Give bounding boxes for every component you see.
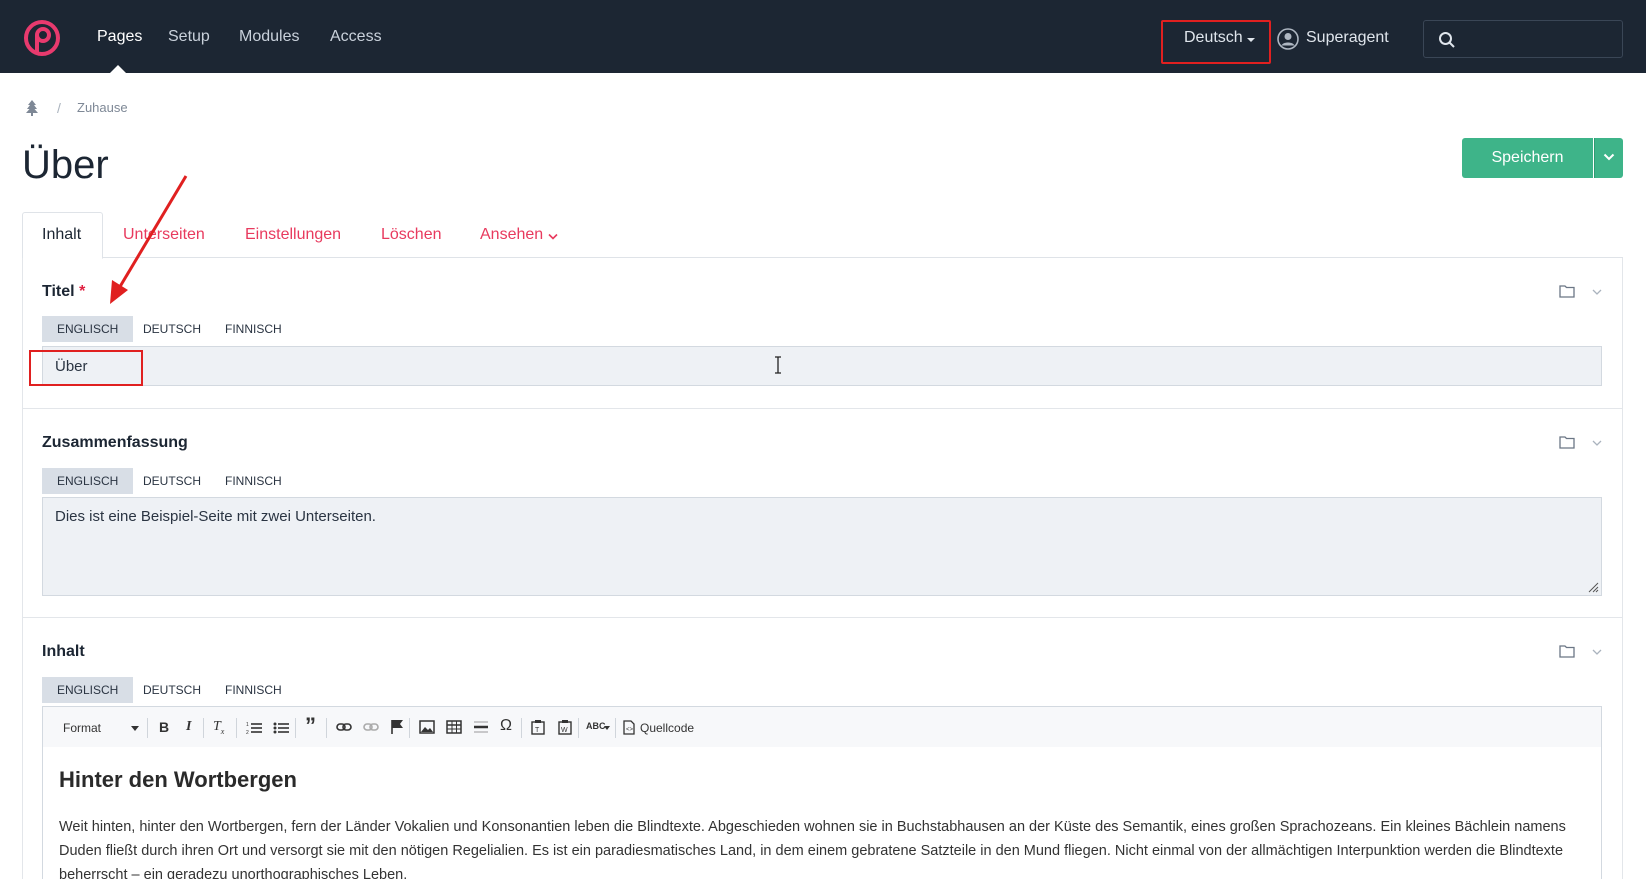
resize-handle-icon[interactable] xyxy=(1587,581,1599,593)
user-name[interactable]: Superagent xyxy=(1306,29,1389,47)
content-editor[interactable]: Hinter den Wortbergen Weit hinten, hinte… xyxy=(42,747,1602,879)
toolbar-separator xyxy=(295,718,296,738)
collapse-chevron-icon[interactable] xyxy=(1592,440,1602,446)
tab-inhalt-label[interactable]: Inhalt xyxy=(42,226,81,244)
svg-text:T: T xyxy=(535,727,540,734)
nav-pages[interactable]: Pages xyxy=(97,28,142,46)
format-dropdown[interactable]: Format xyxy=(63,721,101,735)
nav-setup[interactable]: Setup xyxy=(168,28,210,46)
editor-toolbar: Format B I Tx 12 ” Ω T W ABC <> Quellcod… xyxy=(42,706,1602,748)
horizontal-rule-icon[interactable] xyxy=(473,720,489,734)
link-icon[interactable] xyxy=(336,722,352,732)
remove-format-icon[interactable]: Tx xyxy=(213,719,224,736)
collapse-chevron-icon[interactable] xyxy=(1592,649,1602,655)
toolbar-separator xyxy=(578,718,579,738)
top-navbar: Pages Setup Modules Access Deutsch Super… xyxy=(0,0,1646,73)
table-icon[interactable] xyxy=(446,720,462,734)
special-char-icon[interactable]: Ω xyxy=(500,717,512,735)
toolbar-separator xyxy=(409,718,410,738)
tab-ansehen[interactable]: Ansehen xyxy=(480,226,543,244)
nav-access[interactable]: Access xyxy=(330,28,382,46)
toolbar-separator xyxy=(236,718,237,738)
toolbar-separator xyxy=(147,718,148,738)
editor-paragraph: Weit hinten, hinter den Wortbergen, fern… xyxy=(59,819,1566,879)
summary-textarea-value: Dies ist eine Beispiel-Seite mit zwei Un… xyxy=(55,508,376,525)
lang-tab-deutsch[interactable]: DEUTSCH xyxy=(143,677,201,703)
lang-tab-englisch[interactable]: ENGLISCH xyxy=(42,316,134,342)
numbered-list-icon[interactable]: 12 xyxy=(246,721,262,735)
source-code-icon[interactable]: <> xyxy=(623,720,635,735)
svg-text:<>: <> xyxy=(626,727,634,733)
svg-text:2: 2 xyxy=(246,730,249,735)
lang-tab-englisch[interactable]: ENGLISCH xyxy=(42,677,134,703)
field-divider xyxy=(22,617,1623,618)
save-button[interactable]: Speichern xyxy=(1462,138,1593,178)
paste-text-icon[interactable]: T xyxy=(531,719,545,735)
annotation-arrow-icon xyxy=(110,175,188,304)
caret-down-icon xyxy=(1247,38,1255,42)
caret-down-icon xyxy=(131,726,139,731)
nav-modules[interactable]: Modules xyxy=(239,28,299,46)
blockquote-icon[interactable]: ” xyxy=(305,713,316,739)
folder-icon[interactable] xyxy=(1559,435,1575,449)
page-title: Über xyxy=(22,143,109,187)
lang-tab-finnisch[interactable]: FINNISCH xyxy=(225,468,282,494)
image-icon[interactable] xyxy=(419,720,435,734)
lang-tab-deutsch[interactable]: DEUTSCH xyxy=(143,468,201,494)
search-icon xyxy=(1439,32,1455,48)
bold-icon[interactable]: B xyxy=(159,719,169,735)
annotation-highlight-box xyxy=(29,350,143,386)
field-label-titel: Titel * xyxy=(42,283,86,300)
italic-icon[interactable]: I xyxy=(186,719,191,735)
title-input[interactable]: Über xyxy=(42,346,1602,386)
bullet-list-icon[interactable] xyxy=(273,721,289,735)
app-logo-icon[interactable] xyxy=(22,18,62,58)
breadcrumb-home[interactable]: Zuhause xyxy=(77,100,128,115)
breadcrumb-separator: / xyxy=(57,100,61,116)
user-avatar-icon[interactable] xyxy=(1277,28,1299,50)
toolbar-separator xyxy=(521,718,522,738)
editor-heading: Hinter den Wortbergen xyxy=(59,767,297,792)
language-label: Deutsch xyxy=(1184,29,1243,46)
caret-down-icon xyxy=(604,726,610,730)
folder-icon[interactable] xyxy=(1559,644,1575,658)
source-code-button[interactable]: Quellcode xyxy=(640,721,694,735)
collapse-chevron-icon[interactable] xyxy=(1592,289,1602,295)
search-input[interactable] xyxy=(1423,20,1623,58)
active-nav-caret xyxy=(110,65,126,73)
chevron-down-icon xyxy=(548,233,558,240)
unlink-icon[interactable] xyxy=(363,722,379,732)
paste-word-icon[interactable]: W xyxy=(558,719,572,735)
folder-icon[interactable] xyxy=(1559,284,1575,298)
svg-text:W: W xyxy=(561,727,568,734)
text-cursor-icon xyxy=(775,356,781,374)
field-label-zusammenfassung: Zusammenfassung xyxy=(42,434,188,451)
chevron-down-icon xyxy=(1603,153,1615,161)
svg-text:1: 1 xyxy=(246,722,249,728)
lang-tab-finnisch[interactable]: FINNISCH xyxy=(225,677,282,703)
toolbar-separator xyxy=(615,718,616,738)
anchor-flag-icon[interactable] xyxy=(390,719,404,735)
save-options-button[interactable] xyxy=(1594,138,1623,178)
toolbar-separator xyxy=(326,718,327,738)
lang-tab-deutsch[interactable]: DEUTSCH xyxy=(143,316,201,342)
lang-tab-finnisch[interactable]: FINNISCH xyxy=(225,316,282,342)
field-divider xyxy=(22,408,1623,409)
sitemap-tree-icon[interactable] xyxy=(24,99,40,117)
field-label-inhalt: Inhalt xyxy=(42,643,85,660)
summary-textarea[interactable]: Dies ist eine Beispiel-Seite mit zwei Un… xyxy=(42,497,1602,596)
toolbar-separator xyxy=(203,718,204,738)
tab-loeschen[interactable]: Löschen xyxy=(381,226,442,244)
lang-tab-englisch[interactable]: ENGLISCH xyxy=(42,468,134,494)
spellcheck-icon[interactable]: ABC xyxy=(586,721,606,731)
tab-einstellungen[interactable]: Einstellungen xyxy=(245,226,341,244)
